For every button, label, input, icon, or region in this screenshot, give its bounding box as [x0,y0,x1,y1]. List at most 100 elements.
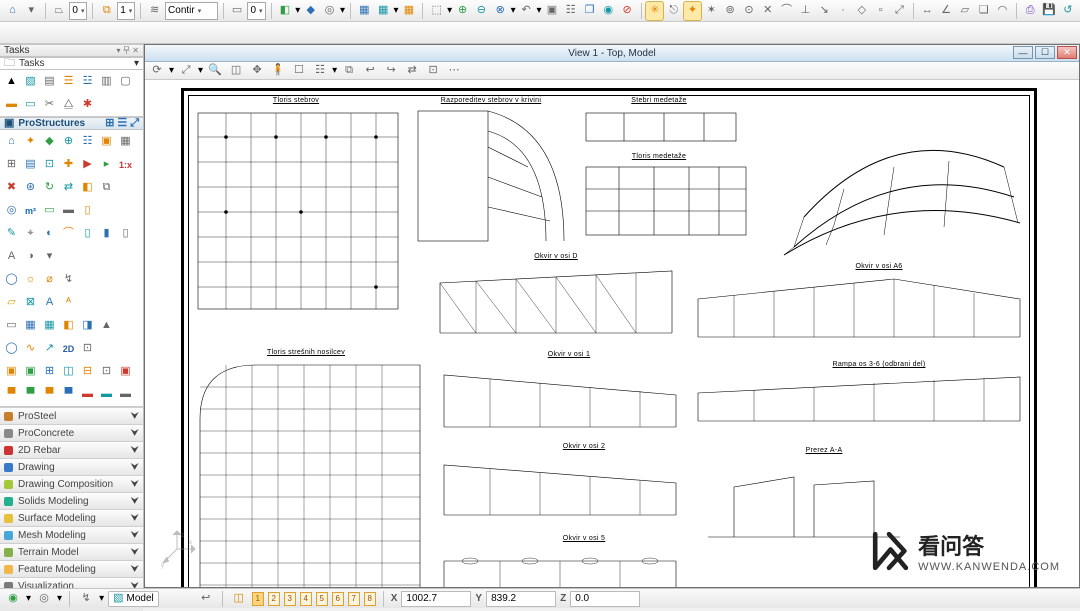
acs-icon[interactable]: ↯ [77,590,95,608]
prostructures-header[interactable]: ▣ ProStructures ⊞ ☰ ⤢ [0,117,143,130]
ps-r5-5-icon[interactable]: ▯ [79,225,96,242]
ps-r2-1-icon[interactable]: ⊞ [3,156,20,173]
cut-icon[interactable]: ✂ [41,96,58,113]
ps-r6-3-icon[interactable]: ▾ [41,248,58,265]
level-5[interactable]: 5 [316,592,328,606]
join-icon[interactable]: ⧋ [60,96,77,113]
ps-r2-6-icon[interactable]: ▸ [98,156,115,173]
locks-icon[interactable]: ◎ [35,590,53,608]
expand-icon[interactable]: ⤢ [130,118,139,129]
sel-clear-icon[interactable]: ▣ [543,2,560,20]
vt-save-icon[interactable]: ⊡ [424,62,442,80]
ps-r8-3-icon[interactable]: A [41,294,58,311]
vt-pan-icon[interactable]: ✥ [248,62,266,80]
save-icon[interactable]: 💾 [1041,2,1058,20]
ps-r9-4-icon[interactable]: ◧ [60,317,77,334]
vt-swap-icon[interactable]: ⇄ [403,62,421,80]
snap-perp-icon[interactable]: ⊥ [797,2,814,20]
ps-r9-2-icon[interactable]: ▦ [22,317,39,334]
ps-scale-icon[interactable]: 1:x [117,156,134,173]
model-pill[interactable]: ▧Model [108,591,159,607]
lock-value[interactable]: 0▾ [69,2,87,20]
level-3[interactable]: 3 [284,592,296,606]
history-icon[interactable]: ↩ [197,590,215,608]
ps-r2-2-icon[interactable]: ▤ [22,156,39,173]
ps-r12-5-icon[interactable]: ▬ [79,386,96,403]
ps-r1-7-icon[interactable]: ▦ [117,133,134,150]
grid-orange-icon[interactable]: ▦ [401,2,418,20]
ps-r3-1-icon[interactable]: ✖ [3,179,20,196]
drawing-canvas[interactable]: Tloris stebrov Razporeditev stebrov v kr… [145,80,1079,587]
ps-r11-4-icon[interactable]: ◫ [60,363,77,380]
acc-surface[interactable]: Surface Modeling⮟ [0,509,143,526]
close-button[interactable]: ✕ [1057,46,1077,59]
sel-off-icon[interactable]: ⊘ [619,2,636,20]
acc-2d-rebar[interactable]: 2D Rebar⮟ [0,441,143,458]
snap-ext-icon[interactable]: ⤢ [891,2,908,20]
snap-near-icon[interactable]: ↘ [816,2,833,20]
ps-r1-6-icon[interactable]: ▣ [98,133,115,150]
ps-target-icon[interactable]: ◎ [3,202,20,219]
vt-fit-icon[interactable]: ⤢ [177,62,195,80]
tool-b-icon[interactable]: ◆ [302,2,319,20]
ps-r1-3-icon[interactable]: ◆ [41,133,58,150]
ps-r11-6-icon[interactable]: ⊡ [98,363,115,380]
acc-terrain[interactable]: Terrain Model⮟ [0,543,143,560]
ps-r5-7-icon[interactable]: ▯ [117,225,134,242]
ps-r5-6-icon[interactable]: ▮ [98,225,115,242]
ps-r3-4-icon[interactable]: ⇄ [60,179,77,196]
max-button[interactable]: ☐ [1035,46,1055,59]
ps-r12-2-icon[interactable]: ▀ [22,386,39,403]
snap-ctr-icon[interactable]: ⊙ [741,2,758,20]
sel-tree-icon[interactable]: ☷ [562,2,579,20]
y-input[interactable] [486,591,556,607]
vt-prev-icon[interactable]: ↩ [361,62,379,80]
snap-toggle-icon[interactable]: ◉ [4,590,22,608]
tool-c-icon[interactable]: ◎ [321,2,338,20]
vt-display-icon[interactable]: ☷ [311,62,329,80]
ps-r12-4-icon[interactable]: ▀ [60,386,77,403]
ps-r8-1-icon[interactable]: ▱ [3,294,20,311]
sel-sub-icon[interactable]: ⊖ [473,2,490,20]
level-6[interactable]: 6 [332,592,344,606]
lineweight-combo[interactable]: 0▾ [247,2,265,20]
meas-rad-icon[interactable]: ◠ [994,2,1011,20]
ps-r11-2-icon[interactable]: ▣ [22,363,39,380]
x-input[interactable] [401,591,471,607]
snap-b-icon[interactable]: ✦ [684,2,701,20]
acc-feature[interactable]: Feature Modeling⮟ [0,560,143,577]
ps-r2-3-icon[interactable]: ⊡ [41,156,58,173]
ps-r1-1-icon[interactable]: ⌂ [3,133,20,150]
vt-rotate-icon[interactable]: ⟳ [148,62,166,80]
ps-r1-5-icon[interactable]: ☷ [79,133,96,150]
sel-cross-icon[interactable]: ⊗ [492,2,509,20]
pointer-icon[interactable]: ▲ [3,73,20,90]
z-input[interactable] [570,591,640,607]
break-icon[interactable]: ✱ [79,96,96,113]
ps-r9-5-icon[interactable]: ◨ [79,317,96,334]
level-1[interactable]: 1 [252,592,264,606]
vt-camera-icon[interactable]: ☐ [290,62,308,80]
list-icon[interactable]: ☰ [117,118,127,129]
acc-prosteel[interactable]: ProSteel⮟ [0,407,143,424]
ps-r5-2-icon[interactable]: ⌖ [22,225,39,242]
snap-node-icon[interactable]: ▫ [872,2,889,20]
meas-area-icon[interactable]: ▱ [956,2,973,20]
ps-r4-4-icon[interactable]: ▬ [60,202,77,219]
view-title-bar[interactable]: View 1 - Top, Model — ☐ ✕ [145,45,1079,62]
linestyle-combo[interactable]: Contir▾ [165,2,218,20]
acc-mesh[interactable]: Mesh Modeling⮟ [0,526,143,543]
file-open-dropdown[interactable]: ▾ [23,2,40,20]
ps-r5-1-icon[interactable]: ✎ [3,225,20,242]
ps-r11-3-icon[interactable]: ⊞ [41,363,58,380]
ps-r9-1-icon[interactable]: ▭ [3,317,20,334]
level-4[interactable]: 4 [300,592,312,606]
ps-r3-3-icon[interactable]: ↻ [41,179,58,196]
levels-icon[interactable]: ☰ [60,73,77,90]
ps-r10-5-icon[interactable]: ⊡ [79,340,96,357]
ps-r8-4-icon[interactable]: ᴬ [60,294,77,311]
ps-r2-4-icon[interactable]: ✚ [60,156,77,173]
sel-back-icon[interactable]: ↶ [518,2,535,20]
acc-drawing-composition[interactable]: Drawing Composition⮟ [0,475,143,492]
ps-r2-5-icon[interactable]: ▶ [79,156,96,173]
